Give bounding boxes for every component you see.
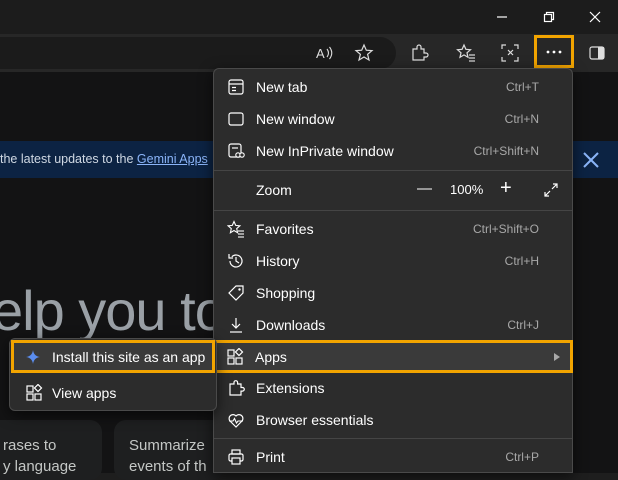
menu-item-label: New tab: [256, 79, 308, 95]
menu-item-favorites[interactable]: Favorites Ctrl+Shift+O: [214, 213, 572, 245]
window-icon: [228, 112, 244, 126]
extension-icon: [229, 380, 245, 396]
gemini-apps-link[interactable]: Gemini Apps: [137, 152, 208, 166]
view-apps-item[interactable]: View apps: [11, 378, 211, 408]
sidebar-icon: [589, 46, 605, 60]
download-icon: [230, 318, 242, 333]
shortcut-text: Ctrl+Shift+N: [473, 144, 539, 158]
more-horizontal-icon: [546, 50, 562, 53]
zoom-level: 100%: [450, 182, 484, 197]
title-bar: [0, 0, 618, 34]
heart-pulse-icon: [228, 414, 244, 428]
menu-item-extensions[interactable]: Extensions: [214, 372, 572, 404]
svg-text:A: A: [316, 46, 325, 61]
shortcut-text: Ctrl+Shift+O: [472, 222, 539, 236]
add-favorite-button[interactable]: [350, 39, 378, 67]
menu-item-history[interactable]: History Ctrl+H: [214, 245, 572, 277]
menu-item-label: New window: [256, 111, 335, 127]
new-tab-icon: [228, 79, 244, 95]
sparkle-icon: [26, 350, 40, 364]
history-icon: [228, 254, 243, 268]
screenshot-button[interactable]: [496, 39, 524, 67]
menu-item-label: Browser essentials: [256, 412, 374, 428]
restore-icon: [543, 11, 555, 23]
banner-close-button[interactable]: [580, 149, 602, 171]
menu-item-apps[interactable]: Apps: [212, 340, 573, 373]
menu-divider: [214, 438, 572, 439]
apps-icon: [227, 348, 244, 365]
menu-item-print[interactable]: Print Ctrl+P: [214, 441, 572, 473]
shortcut-text: Ctrl+J: [507, 318, 539, 332]
favorites-icon: [227, 220, 244, 238]
close-icon: [589, 11, 601, 23]
menu-item-label: Print: [256, 449, 285, 465]
shortcut-text: Ctrl+P: [505, 450, 539, 464]
menu-item-new-tab[interactable]: New tab Ctrl+T: [214, 71, 572, 103]
menu-item-label: History: [256, 253, 300, 269]
menu-item-shopping[interactable]: Shopping: [214, 277, 572, 309]
apps-icon: [26, 384, 43, 401]
sidebar-toggle-button[interactable]: [583, 39, 611, 67]
fullscreen-icon[interactable]: [543, 182, 559, 198]
extensions-button[interactable]: [405, 39, 433, 67]
printer-icon: [228, 449, 244, 465]
card-text: rases to: [3, 437, 57, 454]
shortcut-text: Ctrl+H: [504, 254, 539, 268]
shortcut-text: Ctrl+T: [506, 80, 539, 94]
favorites-button[interactable]: [452, 39, 480, 67]
chevron-right-icon: [554, 353, 560, 361]
hero-heading: elp you to: [0, 279, 226, 342]
inprivate-icon: [228, 143, 245, 158]
favorites-icon: [456, 43, 475, 62]
menu-item-browser-essentials[interactable]: Browser essentials: [214, 404, 572, 436]
read-aloud-icon: A: [316, 46, 333, 61]
shortcut-text: Ctrl+N: [504, 112, 539, 126]
menu-divider: [214, 170, 572, 171]
menu-item-new-window[interactable]: New window Ctrl+N: [214, 103, 572, 135]
menu-item-label: Zoom: [256, 182, 292, 198]
card-text: events of th: [129, 458, 207, 475]
read-aloud-button[interactable]: A: [310, 39, 338, 67]
menu-divider: [214, 210, 572, 211]
menu-item-downloads[interactable]: Downloads Ctrl+J: [214, 309, 572, 341]
zoom-in-button[interactable]: +: [500, 177, 512, 200]
restore-button[interactable]: [534, 6, 564, 28]
menu-item-label: Shopping: [256, 285, 316, 301]
minimize-icon: [497, 16, 507, 18]
menu-item-label: Favorites: [256, 221, 314, 237]
star-icon: [354, 43, 374, 62]
zoom-out-button[interactable]: —: [417, 180, 432, 197]
screenshot-icon: [501, 44, 519, 62]
menu-item-label: Extensions: [256, 380, 325, 396]
minimize-button[interactable]: [487, 6, 517, 28]
menu-item-label: New InPrivate window: [256, 143, 394, 159]
install-site-as-app-item[interactable]: Install this site as an app: [11, 340, 215, 373]
menu-item-label: Apps: [255, 349, 287, 365]
submenu-item-label: Install this site as an app: [52, 349, 206, 365]
close-icon: [583, 152, 599, 168]
banner-text: the latest updates to the: [0, 152, 137, 166]
settings-and-more-button[interactable]: [534, 35, 574, 68]
close-window-button[interactable]: [580, 6, 610, 28]
browser-toolbar: A: [0, 34, 618, 72]
submenu-item-label: View apps: [52, 385, 117, 401]
menu-item-new-inprivate[interactable]: New InPrivate window Ctrl+Shift+N: [214, 135, 572, 167]
menu-item-label: Downloads: [256, 317, 326, 333]
card-text: Summarize: [129, 437, 205, 454]
tag-icon: [228, 285, 244, 301]
card-text: y language: [3, 458, 77, 475]
menu-item-zoom: Zoom — 100% +: [214, 172, 572, 208]
extension-icon: [412, 44, 429, 61]
